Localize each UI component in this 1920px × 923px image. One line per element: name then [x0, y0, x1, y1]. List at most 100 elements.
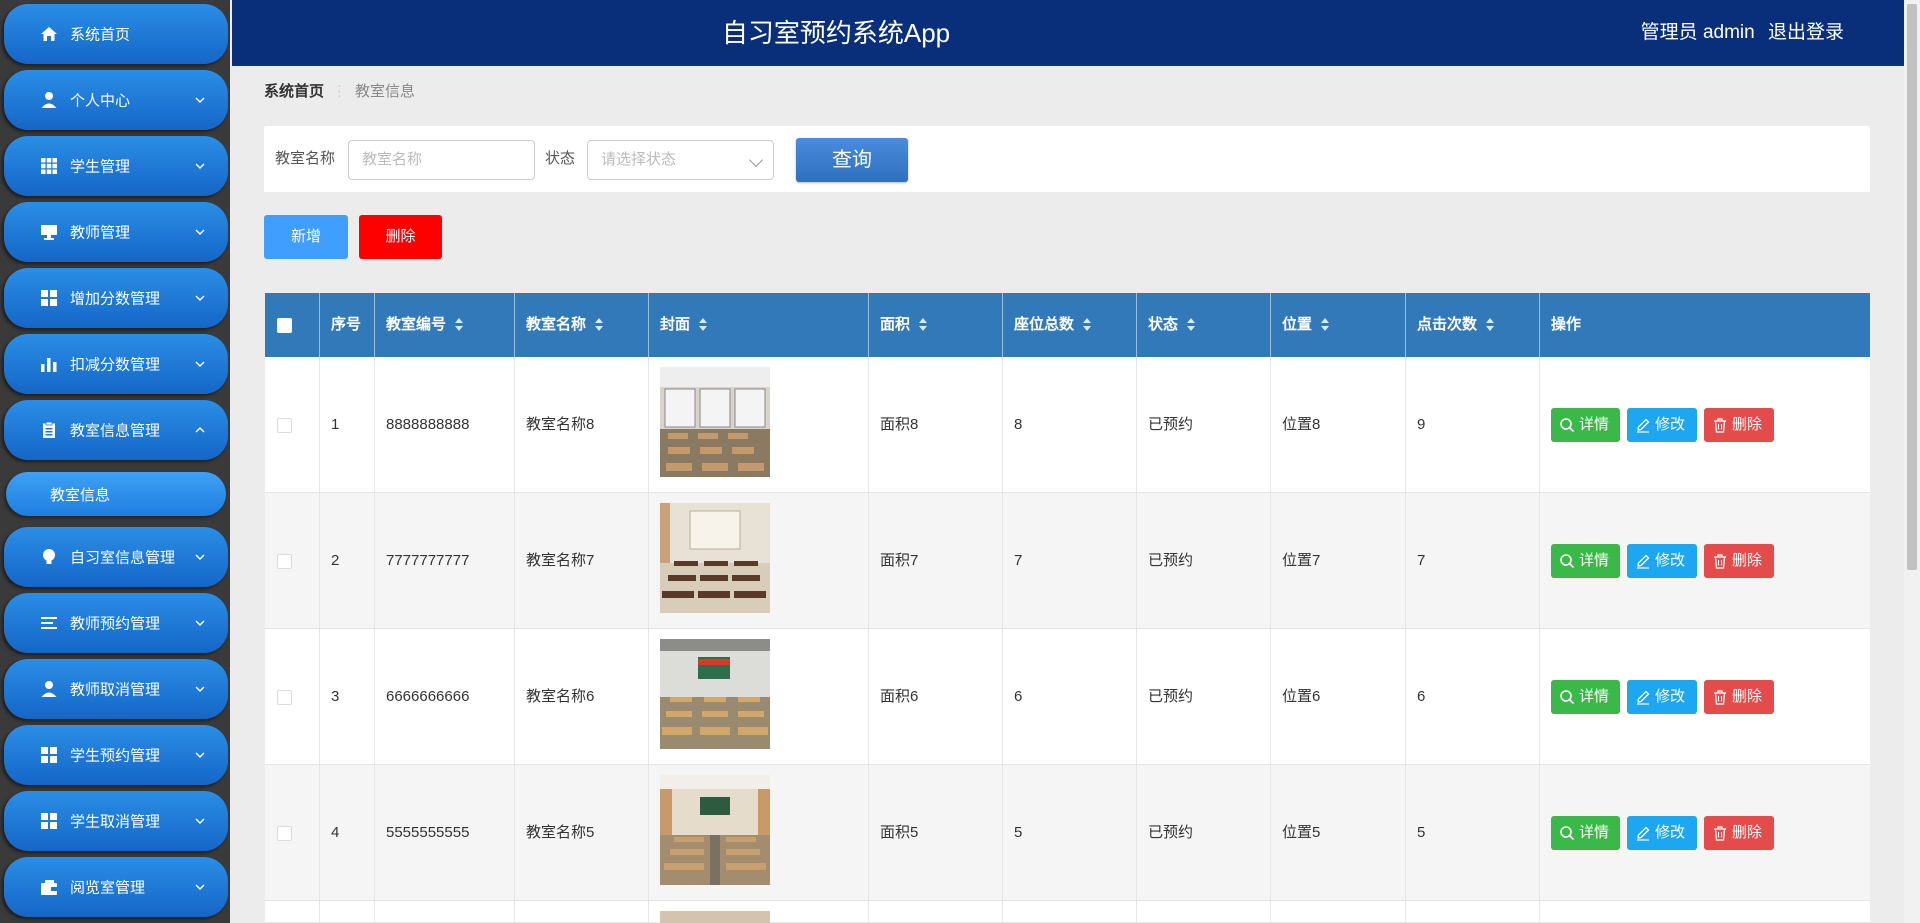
edit-icon: [1637, 554, 1650, 569]
cell-code: 8888888888: [375, 357, 515, 493]
col-area[interactable]: 面积: [869, 293, 1003, 357]
row-select-cell: [265, 765, 320, 901]
sort-icon[interactable]: [594, 318, 604, 332]
sort-icon[interactable]: [1186, 318, 1196, 332]
admin-user-label: 管理员 admin: [1640, 22, 1755, 43]
chevron-up-icon: [195, 427, 205, 433]
logout-link[interactable]: 退出登录: [1768, 22, 1844, 43]
edit-button[interactable]: 修改: [1627, 816, 1697, 850]
sort-icon[interactable]: [454, 318, 464, 332]
sort-icon[interactable]: [918, 318, 928, 332]
breadcrumb: 系统首页 ⋮ 教室信息: [264, 80, 415, 101]
delete-button[interactable]: 删除: [1704, 680, 1774, 714]
cell-actions: 详情 修改 删除: [1540, 493, 1870, 629]
cell-name: 教室名称5: [515, 765, 649, 901]
sidebar-item-add-score[interactable]: 增加分数管理: [4, 268, 228, 328]
sidebar-item-reading-room[interactable]: 阅览室管理: [4, 857, 228, 917]
col-name[interactable]: 教室名称: [515, 293, 649, 357]
table-header: 序号 教室编号 教室名称 封面 面积 座位总数 状态 位置 点击次数 操作: [265, 293, 1870, 357]
sidebar-item-student-booking[interactable]: 学生预约管理: [4, 725, 228, 785]
row-checkbox[interactable]: [277, 826, 292, 841]
detail-button[interactable]: 详情: [1551, 544, 1620, 578]
delete-button[interactable]: 删除: [1704, 408, 1774, 442]
cell-status: 已预约: [1137, 493, 1271, 629]
sidebar-item-study-room-info[interactable]: 自习室信息管理: [4, 527, 228, 587]
cell-index: 3: [320, 629, 375, 765]
sidebar-item-deduct-score[interactable]: 扣减分数管理: [4, 334, 228, 394]
row-checkbox[interactable]: [277, 418, 292, 433]
sidebar-item-label: 增加分数管理: [70, 290, 161, 308]
edit-button[interactable]: 修改: [1627, 680, 1697, 714]
edit-button[interactable]: 修改: [1627, 544, 1697, 578]
classroom-name-label: 教室名称: [275, 150, 336, 167]
user-icon: [40, 91, 58, 109]
col-status[interactable]: 状态: [1137, 293, 1271, 357]
cell-location: 位置8: [1271, 357, 1406, 493]
chevron-down-icon: [195, 752, 205, 758]
detail-button[interactable]: 详情: [1551, 816, 1620, 850]
cell-index: [320, 901, 375, 923]
sidebar-item-teachers[interactable]: 教师管理: [4, 202, 228, 262]
home-icon: [40, 25, 58, 43]
search-icon: [1560, 826, 1575, 841]
col-location[interactable]: 位置: [1271, 293, 1406, 357]
cell-area: [869, 901, 1003, 923]
sidebar-item-home[interactable]: 系统首页: [4, 4, 228, 64]
row-checkbox[interactable]: [277, 690, 292, 705]
detail-button[interactable]: 详情: [1551, 408, 1620, 442]
classroom-cover-image: [660, 775, 770, 885]
breadcrumb-home[interactable]: 系统首页: [264, 83, 324, 100]
sort-icon[interactable]: [698, 318, 708, 332]
status-label: 状态: [545, 150, 576, 167]
select-all-checkbox[interactable]: [277, 318, 292, 333]
cell-code: 6666666666: [375, 629, 515, 765]
sort-icon[interactable]: [1320, 318, 1330, 332]
cell-area: 面积8: [869, 357, 1003, 493]
sidebar-item-teacher-booking[interactable]: 教师预约管理: [4, 593, 228, 653]
page-scrollbar[interactable]: [1904, 0, 1920, 923]
delete-button[interactable]: 删除: [1704, 816, 1774, 850]
search-panel: 教室名称 教室名称 状态 请选择状态: [264, 126, 1870, 192]
cell-actions: 详情 修改 删除: [1540, 765, 1870, 901]
col-clicks[interactable]: 点击次数: [1406, 293, 1540, 357]
sort-icon[interactable]: [1082, 318, 1092, 332]
cell-seats: 8: [1003, 357, 1137, 493]
table-row: 3 6666666666 教室名称6 面积6 6 已预约 位置6 6 详情 修改…: [265, 629, 1870, 765]
sidebar-item-label: 扣减分数管理: [70, 356, 161, 374]
batch-delete-button[interactable]: 删除: [359, 215, 442, 259]
sidebar-item-students[interactable]: 学生管理: [4, 136, 228, 196]
cell-cover: [649, 629, 869, 765]
cell-status: 已预约: [1137, 357, 1271, 493]
status-select[interactable]: 请选择状态: [587, 140, 774, 180]
sort-icon[interactable]: [1485, 318, 1495, 332]
scrollbar-thumb[interactable]: [1907, 4, 1917, 570]
classroom-name-input[interactable]: 教室名称: [348, 140, 535, 180]
cell-cover: [649, 765, 869, 901]
sidebar-subitem-classroom-info[interactable]: 教室信息: [6, 472, 226, 516]
delete-button[interactable]: 删除: [1704, 544, 1774, 578]
col-seats[interactable]: 座位总数: [1003, 293, 1137, 357]
sidebar-item-student-cancel[interactable]: 学生取消管理: [4, 791, 228, 851]
cell-clicks: 7: [1406, 493, 1540, 629]
cell-name: 教室名称7: [515, 493, 649, 629]
cell-clicks: 6: [1406, 629, 1540, 765]
edit-button[interactable]: 修改: [1627, 408, 1697, 442]
sidebar-item-classroom-info[interactable]: 教室信息管理: [4, 400, 228, 460]
col-cover[interactable]: 封面: [649, 293, 869, 357]
chevron-down-icon: [195, 818, 205, 824]
sidebar-item-label: 系统首页: [70, 26, 131, 44]
sidebar-item-personal-center[interactable]: 个人中心: [4, 70, 228, 130]
sidebar-item-teacher-cancel[interactable]: 教师取消管理: [4, 659, 228, 719]
cell-seats: [1003, 901, 1137, 923]
query-button[interactable]: 查询: [796, 138, 908, 182]
detail-button[interactable]: 详情: [1551, 680, 1620, 714]
header-select-all[interactable]: [265, 293, 320, 357]
sidebar-item-label: 教师管理: [70, 224, 131, 242]
add-button[interactable]: 新增: [264, 215, 348, 259]
monitor-icon: [40, 223, 58, 241]
col-code[interactable]: 教室编号: [375, 293, 515, 357]
chevron-down-icon: [195, 361, 205, 367]
cell-name: 教室名称6: [515, 629, 649, 765]
row-checkbox[interactable]: [277, 554, 292, 569]
wallet-icon: [40, 878, 58, 896]
